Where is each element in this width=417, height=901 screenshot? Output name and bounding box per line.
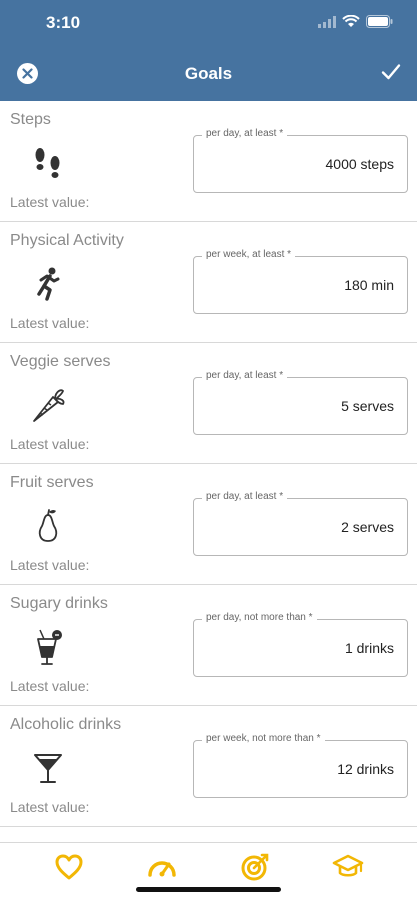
goal-row-physical-activity: Physical Activity Latest value: per week… — [0, 222, 417, 343]
list-item — [0, 828, 417, 843]
latest-value-label: Latest value: — [10, 315, 90, 331]
pear-icon — [38, 509, 58, 542]
home-indicator — [136, 887, 281, 892]
fruit-goal-field[interactable]: per day, at least * 2 serves — [193, 491, 408, 556]
sugary-drinks-goal-field[interactable]: per day, not more than * 1 drinks — [193, 612, 408, 677]
battery-icon — [366, 15, 393, 28]
tab-learn[interactable] — [332, 851, 364, 883]
footprints-icon — [35, 148, 60, 178]
heart-icon — [55, 854, 83, 880]
tab-goals[interactable] — [239, 851, 271, 883]
target-icon — [241, 853, 269, 881]
goal-row-veggie-serves: Veggie serves Latest value: per day, at … — [0, 343, 417, 464]
latest-value-label: Latest value: — [10, 194, 90, 210]
alcohol-goal-field[interactable]: per week, not more than * 12 drinks — [193, 733, 408, 798]
graduation-cap-icon — [332, 854, 364, 877]
tab-dashboard[interactable] — [146, 851, 178, 883]
tab-health[interactable] — [53, 851, 85, 883]
field-legend: per week, at least * — [202, 249, 296, 260]
speedometer-icon — [148, 861, 176, 877]
goal-row-fruit-serves: Fruit serves Latest value: per day, at l… — [0, 464, 417, 585]
latest-value-label: Latest value: — [10, 436, 90, 452]
goal-label: Alcoholic drinks — [10, 716, 122, 733]
goal-row-sugary-drinks: Sugary drinks Latest value: per day, not… — [0, 585, 417, 706]
cocktail-glass-icon — [34, 754, 62, 783]
goals-list: Steps Latest value: per day, at least * … — [0, 101, 417, 827]
goal-row-steps: Steps Latest value: per day, at least * … — [0, 101, 417, 222]
sugary-drink-icon — [37, 629, 62, 665]
steps-goal-field[interactable]: per day, at least * 4000 steps — [193, 128, 408, 193]
field-value: 12 drinks — [337, 761, 394, 777]
field-value: 180 min — [344, 277, 394, 293]
field-legend: per day, at least * — [202, 128, 288, 139]
status-icons — [318, 15, 393, 28]
field-legend: per day, not more than * — [202, 612, 317, 623]
field-legend: per week, not more than * — [202, 733, 325, 744]
field-legend: per day, at least * — [202, 370, 288, 381]
activity-goal-field[interactable]: per week, at least * 180 min — [193, 249, 408, 314]
goal-label: Veggie serves — [10, 353, 111, 370]
save-button[interactable] — [381, 63, 401, 86]
checkmark-icon — [381, 64, 401, 80]
field-value: 1 drinks — [344, 640, 394, 656]
latest-value-label: Latest value: — [10, 678, 90, 694]
status-time: 3:10 — [46, 13, 81, 32]
goal-label: Sugary drinks — [10, 595, 108, 612]
field-value: 4000 steps — [325, 156, 395, 172]
goal-label: Fruit serves — [10, 474, 94, 491]
goal-row-alcoholic-drinks: Alcoholic drinks Latest value: per week,… — [0, 706, 417, 827]
signal-icon — [318, 15, 336, 28]
page-title: Goals — [184, 64, 233, 83]
field-value: 5 serves — [341, 398, 394, 414]
goal-label: Steps — [10, 111, 51, 128]
latest-value-label: Latest value: — [10, 557, 90, 573]
veggie-goal-field[interactable]: per day, at least * 5 serves — [193, 370, 408, 435]
goal-label: Physical Activity — [10, 232, 124, 249]
tab-bar — [0, 842, 417, 901]
running-person-icon — [37, 267, 60, 301]
latest-value-label: Latest value: — [10, 799, 90, 815]
field-value: 2 serves — [341, 519, 394, 535]
app-header: 3:10 Goals — [0, 0, 417, 101]
carrot-icon — [33, 389, 65, 422]
field-legend: per day, at least * — [202, 491, 288, 502]
wifi-icon — [342, 15, 360, 27]
